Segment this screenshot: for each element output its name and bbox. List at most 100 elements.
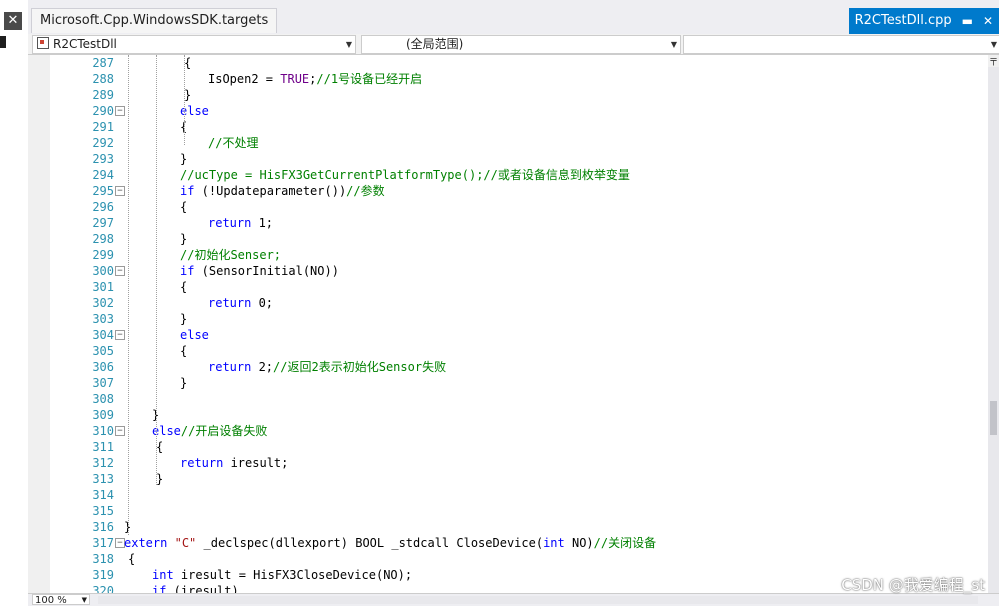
code-text: {: [184, 56, 192, 70]
code-line[interactable]: 313}: [28, 471, 988, 487]
line-number: 297: [92, 216, 114, 230]
code-line[interactable]: 317− extern "C" _declspec(dllexport) BOOL…: [28, 535, 988, 551]
line-number: 319: [92, 568, 114, 582]
code-text: if (!Updateparameter())//参数: [180, 184, 385, 198]
member-dropdown[interactable]: ▼: [683, 35, 999, 54]
code-line[interactable]: 293}: [28, 151, 988, 167]
line-number: 292: [92, 136, 114, 150]
code-line[interactable]: 294 //ucType = HisFX3GetCurrentPlatformTy…: [28, 167, 988, 183]
code-line[interactable]: 296 {: [28, 199, 988, 215]
code-text: IsOpen2 = TRUE;//1号设备已经开启: [208, 72, 423, 86]
code-text: if (iresult): [152, 584, 239, 593]
line-number: 314: [92, 488, 114, 502]
line-number: 303: [92, 312, 114, 326]
code-line[interactable]: 297 return 1;: [28, 215, 988, 231]
code-line[interactable]: 308: [28, 391, 988, 407]
line-number: 306: [92, 360, 114, 374]
tab-r2ctestdll-cpp[interactable]: R2CTestDll.cpp ▬ ✕: [848, 8, 999, 34]
collapse-icon[interactable]: −: [115, 426, 125, 436]
collapse-icon[interactable]: −: [115, 106, 125, 116]
code-line[interactable]: 305 {: [28, 343, 988, 359]
line-number: 298: [92, 232, 114, 246]
code-text: return 1;: [208, 216, 274, 230]
chevron-down-icon: ▼: [990, 40, 997, 49]
code-line[interactable]: 298}: [28, 231, 988, 247]
line-number: 293: [92, 152, 114, 166]
zoom-value: 100 %: [35, 595, 67, 606]
navigation-bar: R2CTestDll ▼ (全局范围) ▼ ▼: [28, 34, 999, 55]
code-line[interactable]: 315: [28, 503, 988, 519]
split-handle-icon[interactable]: ╤: [988, 55, 999, 67]
line-number: 305: [92, 344, 114, 358]
code-line[interactable]: 314: [28, 487, 988, 503]
code-line[interactable]: 295− if (!Updateparameter())//参数: [28, 183, 988, 199]
line-number: 300: [92, 264, 114, 278]
code-text: }: [180, 312, 188, 326]
line-number: 301: [92, 280, 114, 294]
code-text: else: [180, 328, 209, 342]
code-line[interactable]: 318 {: [28, 551, 988, 567]
code-text: {: [156, 440, 164, 454]
code-line[interactable]: 304− else: [28, 327, 988, 343]
collapse-icon[interactable]: −: [115, 266, 125, 276]
code-text: }: [184, 88, 192, 102]
collapse-icon[interactable]: −: [115, 330, 125, 340]
line-number: 318: [92, 552, 114, 566]
line-number: 310: [92, 424, 114, 438]
code-line[interactable]: 301 {: [28, 279, 988, 295]
zoom-dropdown[interactable]: 100 % ▼: [32, 594, 90, 606]
code-line[interactable]: 300− if (SensorInitial(NO)): [28, 263, 988, 279]
code-line[interactable]: 290− else: [28, 103, 988, 119]
code-text: return 0;: [208, 296, 274, 310]
line-number: 291: [92, 120, 114, 134]
code-line[interactable]: 287 {: [28, 55, 988, 71]
code-line[interactable]: 316}: [28, 519, 988, 535]
code-text: return 2;//返回2表示初始化Sensor失败: [208, 360, 447, 374]
code-line[interactable]: 289}: [28, 87, 988, 103]
code-text: }: [180, 376, 188, 390]
scope-dropdown[interactable]: (全局范围) ▼: [361, 35, 681, 54]
code-line[interactable]: 307}: [28, 375, 988, 391]
code-line[interactable]: 312 return iresult;: [28, 455, 988, 471]
code-line[interactable]: 310− else//开启设备失败: [28, 423, 988, 439]
code-text: return iresult;: [180, 456, 289, 470]
line-number: 309: [92, 408, 114, 422]
scope-dropdown-value: (全局范围): [406, 37, 464, 51]
collapse-icon[interactable]: −: [115, 186, 125, 196]
code-text: int iresult = HisFX3CloseDevice(NO);: [152, 568, 413, 582]
line-number: 315: [92, 504, 114, 518]
code-line[interactable]: 303}: [28, 311, 988, 327]
pin-icon[interactable]: ▬: [962, 8, 973, 34]
vertical-scrollbar[interactable]: [988, 55, 999, 593]
line-number: 320: [92, 584, 114, 593]
close-icon[interactable]: ✕: [4, 12, 22, 30]
tab-windowssdk-targets[interactable]: Microsoft.Cpp.WindowsSDK.targets: [31, 8, 278, 33]
scrollbar-thumb[interactable]: [990, 401, 997, 435]
active-tab-label: R2CTestDll.cpp: [854, 13, 952, 28]
horizontal-scrollbar[interactable]: [98, 596, 978, 604]
line-number: 289: [92, 88, 114, 102]
chevron-down-icon: ▼: [81, 596, 87, 604]
chevron-down-icon: ▼: [670, 40, 677, 49]
line-number: 288: [92, 72, 114, 86]
code-line[interactable]: 309}: [28, 407, 988, 423]
code-line[interactable]: 311 {: [28, 439, 988, 455]
close-icon[interactable]: ✕: [983, 8, 993, 34]
code-text: {: [128, 552, 136, 566]
code-line[interactable]: 306 return 2;//返回2表示初始化Sensor失败: [28, 359, 988, 375]
code-line[interactable]: 292 //不处理: [28, 135, 988, 151]
line-number: 316: [92, 520, 114, 534]
code-text: {: [180, 200, 188, 214]
project-dropdown[interactable]: R2CTestDll ▼: [32, 35, 356, 54]
code-line[interactable]: 299 //初始化Senser;: [28, 247, 988, 263]
line-number: 311: [92, 440, 114, 454]
code-text: //初始化Senser;: [180, 248, 282, 262]
code-text: //ucType = HisFX3GetCurrentPlatformType(…: [180, 168, 630, 182]
code-line[interactable]: 302 return 0;: [28, 295, 988, 311]
indent-guide: [156, 55, 157, 485]
code-text: {: [180, 280, 188, 294]
code-text: extern "C" _declspec(dllexport) BOOL _st…: [124, 536, 657, 550]
code-editor[interactable]: 287{288 IsOpen2 = TRUE;//1号设备已经开启 289} 290−…: [28, 55, 988, 593]
code-line[interactable]: 288 IsOpen2 = TRUE;//1号设备已经开启: [28, 71, 988, 87]
code-line[interactable]: 291{: [28, 119, 988, 135]
